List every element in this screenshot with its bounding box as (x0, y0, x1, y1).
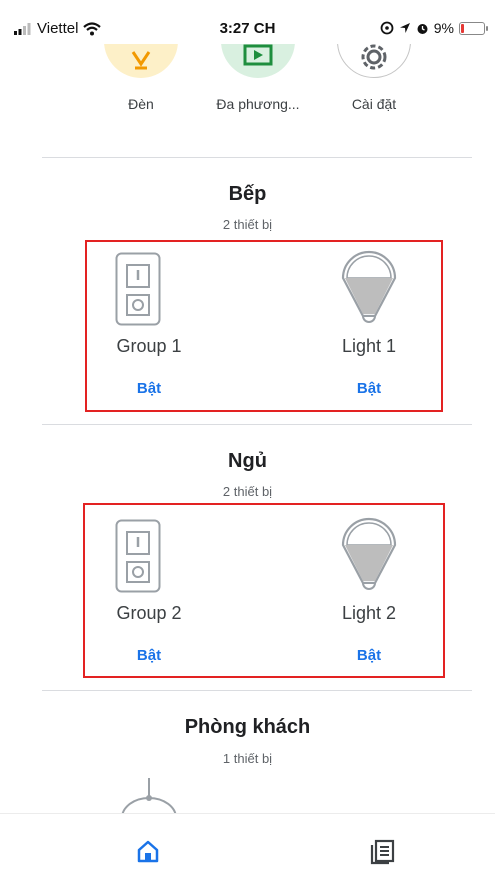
turn-on-button[interactable]: Bật (299, 380, 439, 397)
room-devices-box: Group 1 Bật Light 1 Bật (85, 240, 443, 412)
device-name: Light 2 (341, 603, 397, 623)
pendant-lamp-icon (121, 778, 177, 818)
turn-on-button[interactable]: Bật (299, 647, 439, 664)
home-icon (137, 840, 159, 863)
quick-action-label: Đèn (128, 96, 154, 112)
turn-on-button[interactable]: Bật (79, 380, 219, 397)
room-device-count: 2 thiết bị (222, 217, 273, 232)
status-indicators: 9% (380, 20, 488, 36)
feed-icon (370, 839, 395, 865)
device-name: Light 1 (341, 336, 397, 356)
device-name: Group 1 (116, 336, 182, 356)
divider (42, 157, 472, 158)
device-card-group-2[interactable]: Group 2 Bật (79, 509, 219, 677)
nav-feed[interactable] (367, 836, 397, 866)
battery-icon (459, 21, 488, 35)
divider (42, 424, 472, 425)
light-bulb-icon (341, 250, 397, 323)
nav-home[interactable] (133, 836, 163, 866)
device-card-light-2[interactable]: Light 2 Bật (299, 509, 439, 677)
quick-action-label: Đa phương... (216, 96, 300, 112)
device-card-group-1[interactable]: Group 1 Bật (79, 242, 219, 410)
location-arrow-icon (399, 23, 410, 33)
battery-percent: 9% (433, 20, 454, 36)
alarm-icon (417, 23, 428, 34)
bottom-navigation (0, 813, 495, 882)
room-title[interactable]: Bếp (0, 183, 495, 206)
room-device-count: 1 thiết bị (222, 751, 273, 766)
switch-icon (115, 519, 161, 593)
light-bulb-icon (341, 517, 397, 590)
room-devices-box: Group 2 Bật Light 2 Bật (83, 503, 445, 678)
device-name: Group 2 (116, 603, 182, 623)
room-title[interactable]: Ngủ (0, 450, 495, 473)
status-bar: Viettel 3:27 CH 9% (0, 0, 495, 44)
quick-action-label: Cài đặt (351, 96, 397, 112)
switch-icon (115, 252, 161, 326)
room-device-count: 2 thiết bị (222, 484, 273, 499)
device-card-light-1[interactable]: Light 1 Bật (299, 242, 439, 410)
turn-on-button[interactable]: Bật (79, 647, 219, 664)
divider (42, 690, 472, 691)
room-title[interactable]: Phòng khách (0, 716, 495, 739)
rotation-lock-icon (380, 21, 394, 35)
